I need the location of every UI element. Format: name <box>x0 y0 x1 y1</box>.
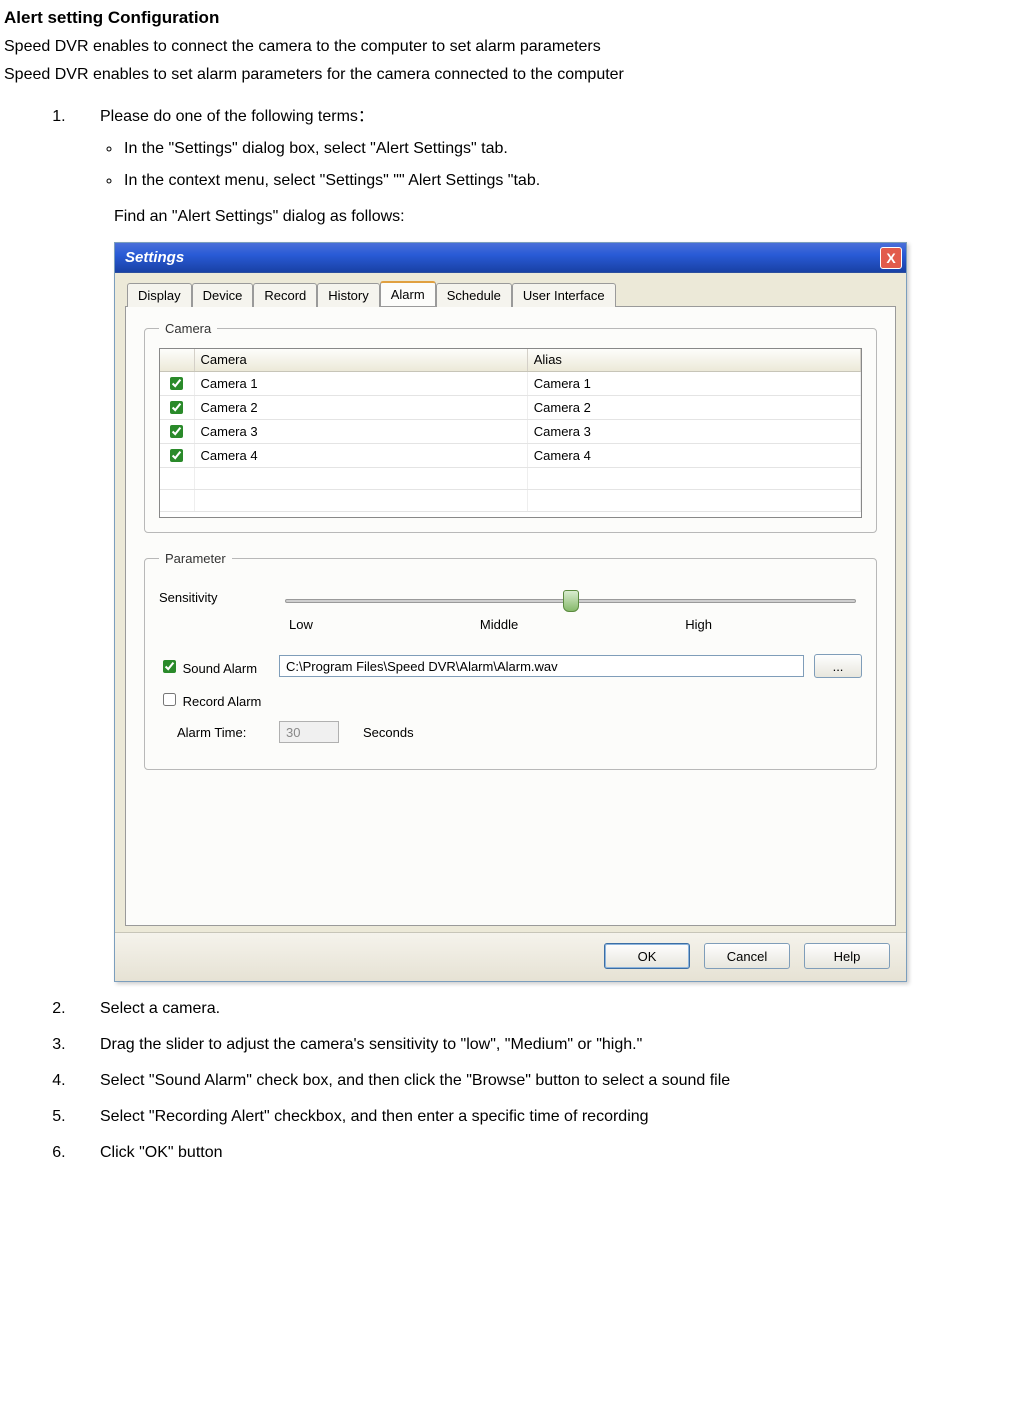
sensitivity-slider-wrap <box>279 593 862 603</box>
camera-row-2-check[interactable] <box>170 401 183 414</box>
dialog-titlebar: Settings X <box>115 243 906 273</box>
alarm-time-row: Alarm Time: Seconds <box>159 721 862 743</box>
table-row-empty <box>160 489 861 511</box>
sensitivity-low: Low <box>289 617 313 632</box>
sensitivity-slider[interactable] <box>285 599 856 603</box>
camera-row-2-alias: Camera 2 <box>527 395 860 419</box>
intro-line-1: Speed DVR enables to connect the camera … <box>4 38 1022 56</box>
dialog-title: Settings <box>125 249 184 266</box>
camera-col-alias[interactable]: Alias <box>527 349 860 371</box>
cancel-button[interactable]: Cancel <box>704 943 790 969</box>
table-row-empty <box>160 467 861 489</box>
tab-alarm[interactable]: Alarm <box>380 281 436 306</box>
seconds-label: Seconds <box>363 725 414 740</box>
tab-device[interactable]: Device <box>192 283 254 307</box>
steps-list: Please do one of the following terms： In… <box>52 102 1022 1162</box>
close-icon: X <box>886 250 895 266</box>
camera-row-4-alias: Camera 4 <box>527 443 860 467</box>
camera-table: Camera Alias Camera 1 Camera 1 <box>160 349 861 512</box>
camera-row-2-name: Camera 2 <box>194 395 527 419</box>
browse-button[interactable]: ... <box>814 654 862 678</box>
sensitivity-label: Sensitivity <box>159 590 279 605</box>
record-alarm-check-wrap: Record Alarm <box>159 690 279 709</box>
camera-row-1-alias: Camera 1 <box>527 371 860 395</box>
camera-row-3-check[interactable] <box>170 425 183 438</box>
table-row[interactable]: Camera 1 Camera 1 <box>160 371 861 395</box>
step-1a: In the "Settings" dialog box, select "Al… <box>122 140 1022 158</box>
page-title: Alert setting Configuration <box>4 8 1022 28</box>
camera-col-camera[interactable]: Camera <box>194 349 527 371</box>
sound-alarm-checkbox[interactable] <box>163 660 176 673</box>
sound-path-input[interactable] <box>279 655 804 677</box>
intro-line-2: Speed DVR enables to set alarm parameter… <box>4 66 1022 84</box>
camera-row-1-name: Camera 1 <box>194 371 527 395</box>
tab-user-interface[interactable]: User Interface <box>512 283 616 307</box>
ok-button[interactable]: OK <box>604 943 690 969</box>
dialog-footer: OK Cancel Help <box>115 932 906 981</box>
step-2: Select a camera. <box>70 1000 1022 1018</box>
tab-record[interactable]: Record <box>253 283 317 307</box>
sound-alarm-row: Sound Alarm ... <box>159 654 862 678</box>
tab-history[interactable]: History <box>317 283 379 307</box>
sensitivity-row: Sensitivity <box>159 590 862 605</box>
record-alarm-label: Record Alarm <box>183 694 262 709</box>
sensitivity-slider-thumb[interactable] <box>563 590 579 612</box>
parameter-group-legend: Parameter <box>159 551 232 566</box>
help-button[interactable]: Help <box>804 943 890 969</box>
sensitivity-labels: Low Middle High <box>289 617 712 632</box>
tab-panel-alarm: Camera Camera Alias <box>125 306 896 926</box>
camera-table-wrap: Camera Alias Camera 1 Camera 1 <box>159 348 862 518</box>
step-5: Select "Recording Alert" checkbox, and t… <box>70 1108 1022 1126</box>
step-1b: In the context menu, select "Settings" "… <box>122 172 1022 190</box>
close-button[interactable]: X <box>880 247 902 269</box>
sensitivity-middle: Middle <box>480 617 518 632</box>
camera-row-3-alias: Camera 3 <box>527 419 860 443</box>
record-alarm-row: Record Alarm <box>159 690 862 709</box>
sound-alarm-check-wrap: Sound Alarm <box>159 657 279 676</box>
step-4: Select "Sound Alarm" check box, and then… <box>70 1072 1022 1090</box>
step-1-sublist: In the "Settings" dialog box, select "Al… <box>104 140 1022 190</box>
step-3: Drag the slider to adjust the camera's s… <box>70 1036 1022 1054</box>
step-1: Please do one of the following terms： In… <box>70 102 1022 982</box>
alarm-time-label: Alarm Time: <box>159 725 279 740</box>
camera-row-3-name: Camera 3 <box>194 419 527 443</box>
tab-schedule[interactable]: Schedule <box>436 283 512 307</box>
camera-row-1-check[interactable] <box>170 377 183 390</box>
table-row[interactable]: Camera 2 Camera 2 <box>160 395 861 419</box>
camera-row-4-check[interactable] <box>170 449 183 462</box>
step-6: Click "OK" button <box>70 1144 1022 1162</box>
settings-dialog: Settings X Display Device Record History… <box>114 242 907 982</box>
camera-group-legend: Camera <box>159 321 217 336</box>
sound-alarm-label: Sound Alarm <box>183 661 257 676</box>
camera-col-check[interactable] <box>160 349 194 371</box>
parameter-group: Parameter Sensitivity Low Middle <box>144 551 877 770</box>
camera-group: Camera Camera Alias <box>144 321 877 533</box>
camera-row-4-name: Camera 4 <box>194 443 527 467</box>
table-row[interactable]: Camera 4 Camera 4 <box>160 443 861 467</box>
step-1-find: Find an "Alert Settings" dialog as follo… <box>114 208 1022 226</box>
record-alarm-checkbox[interactable] <box>163 693 176 706</box>
tab-strip: Display Device Record History Alarm Sche… <box>125 281 896 306</box>
alarm-time-input <box>279 721 339 743</box>
table-row[interactable]: Camera 3 Camera 3 <box>160 419 861 443</box>
dialog-body: Display Device Record History Alarm Sche… <box>115 273 906 932</box>
sensitivity-high: High <box>685 617 712 632</box>
tab-display[interactable]: Display <box>127 283 192 307</box>
step-1-text: Please do one of the following terms： <box>100 108 374 125</box>
